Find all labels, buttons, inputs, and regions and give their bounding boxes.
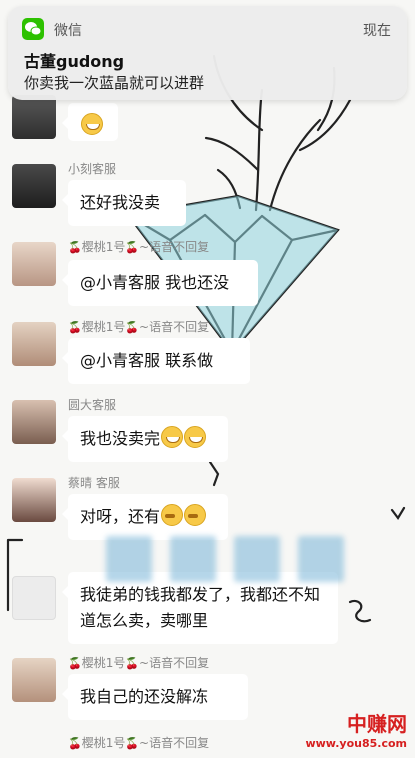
blurred-watermark <box>80 530 370 588</box>
grin-emoji-icon <box>161 426 184 448</box>
message-bubble[interactable]: 我也没卖完 <box>62 416 228 462</box>
notification-time: 现在 <box>363 23 391 39</box>
sender-name: 🍒樱桃1号🍒~语音不回复 <box>68 656 210 670</box>
message-bubble[interactable]: 还好我没卖 <box>62 180 186 226</box>
sender-name: 蔡晴 客服 <box>68 476 120 490</box>
chat-message: 小刻客服 还好我没卖 <box>0 158 415 226</box>
sender-name: 圆大客服 <box>68 398 117 412</box>
notification-body: 你卖我一次蓝晶就可以进群 <box>24 74 205 92</box>
sender-name: 小刻客服 <box>68 162 117 176</box>
avatar[interactable] <box>12 576 56 620</box>
notification-title: 古董gudong <box>24 52 125 71</box>
cherry-icon: 🍒 <box>125 657 140 670</box>
sender-name: 🍒樱桃1号🍒~语音不回复 <box>68 320 210 334</box>
cherry-icon: 🍒 <box>68 657 82 670</box>
wechat-icon <box>22 18 44 40</box>
chat-message: 🍒樱桃1号🍒~语音不回复 @小青客服 我也还没 <box>0 236 415 306</box>
avatar[interactable] <box>12 400 56 444</box>
cherry-icon: 🍒 <box>68 241 82 254</box>
chat-message: 🍒樱桃1号🍒~语音不回复 @小青客服 联系做 <box>0 316 415 384</box>
cherry-icon: 🍒 <box>68 737 82 750</box>
cherry-icon: 🍒 <box>125 321 140 334</box>
watermark-site-name: 中赚网 <box>347 712 407 736</box>
grin-emoji-icon <box>184 426 207 448</box>
avatar[interactable] <box>12 478 56 522</box>
chat-message <box>0 95 415 143</box>
avatar[interactable] <box>12 658 56 702</box>
notification-banner[interactable]: 微信 现在 古董gudong 你卖我一次蓝晶就可以进群 <box>8 6 407 100</box>
message-bubble[interactable] <box>62 103 118 141</box>
message-bubble[interactable]: @小青客服 联系做 <box>62 338 250 384</box>
sender-name: 🍒樱桃1号🍒~语音不回复 <box>68 736 210 750</box>
thinking-emoji-icon <box>161 504 184 526</box>
message-bubble[interactable]: @小青客服 我也还没 <box>62 260 258 306</box>
notification-app-name: 微信 <box>54 23 82 39</box>
cherry-icon: 🍒 <box>68 321 82 334</box>
avatar[interactable] <box>12 95 56 139</box>
avatar[interactable] <box>12 164 56 208</box>
sender-name: 🍒樱桃1号🍒~语音不回复 <box>68 240 210 254</box>
cherry-icon: 🍒 <box>125 241 140 254</box>
watermark-site-url: www.you85.com <box>305 737 407 750</box>
grin-emoji-icon <box>81 113 103 135</box>
cherry-icon: 🍒 <box>125 737 140 750</box>
avatar[interactable] <box>12 322 56 366</box>
avatar[interactable] <box>12 242 56 286</box>
chat-message: 圆大客服 我也没卖完 <box>0 394 415 462</box>
message-bubble[interactable]: 我自己的还没解冻 <box>62 674 248 720</box>
site-watermark: 中赚网 www.you85.com <box>305 708 407 750</box>
thinking-emoji-icon <box>184 504 207 526</box>
